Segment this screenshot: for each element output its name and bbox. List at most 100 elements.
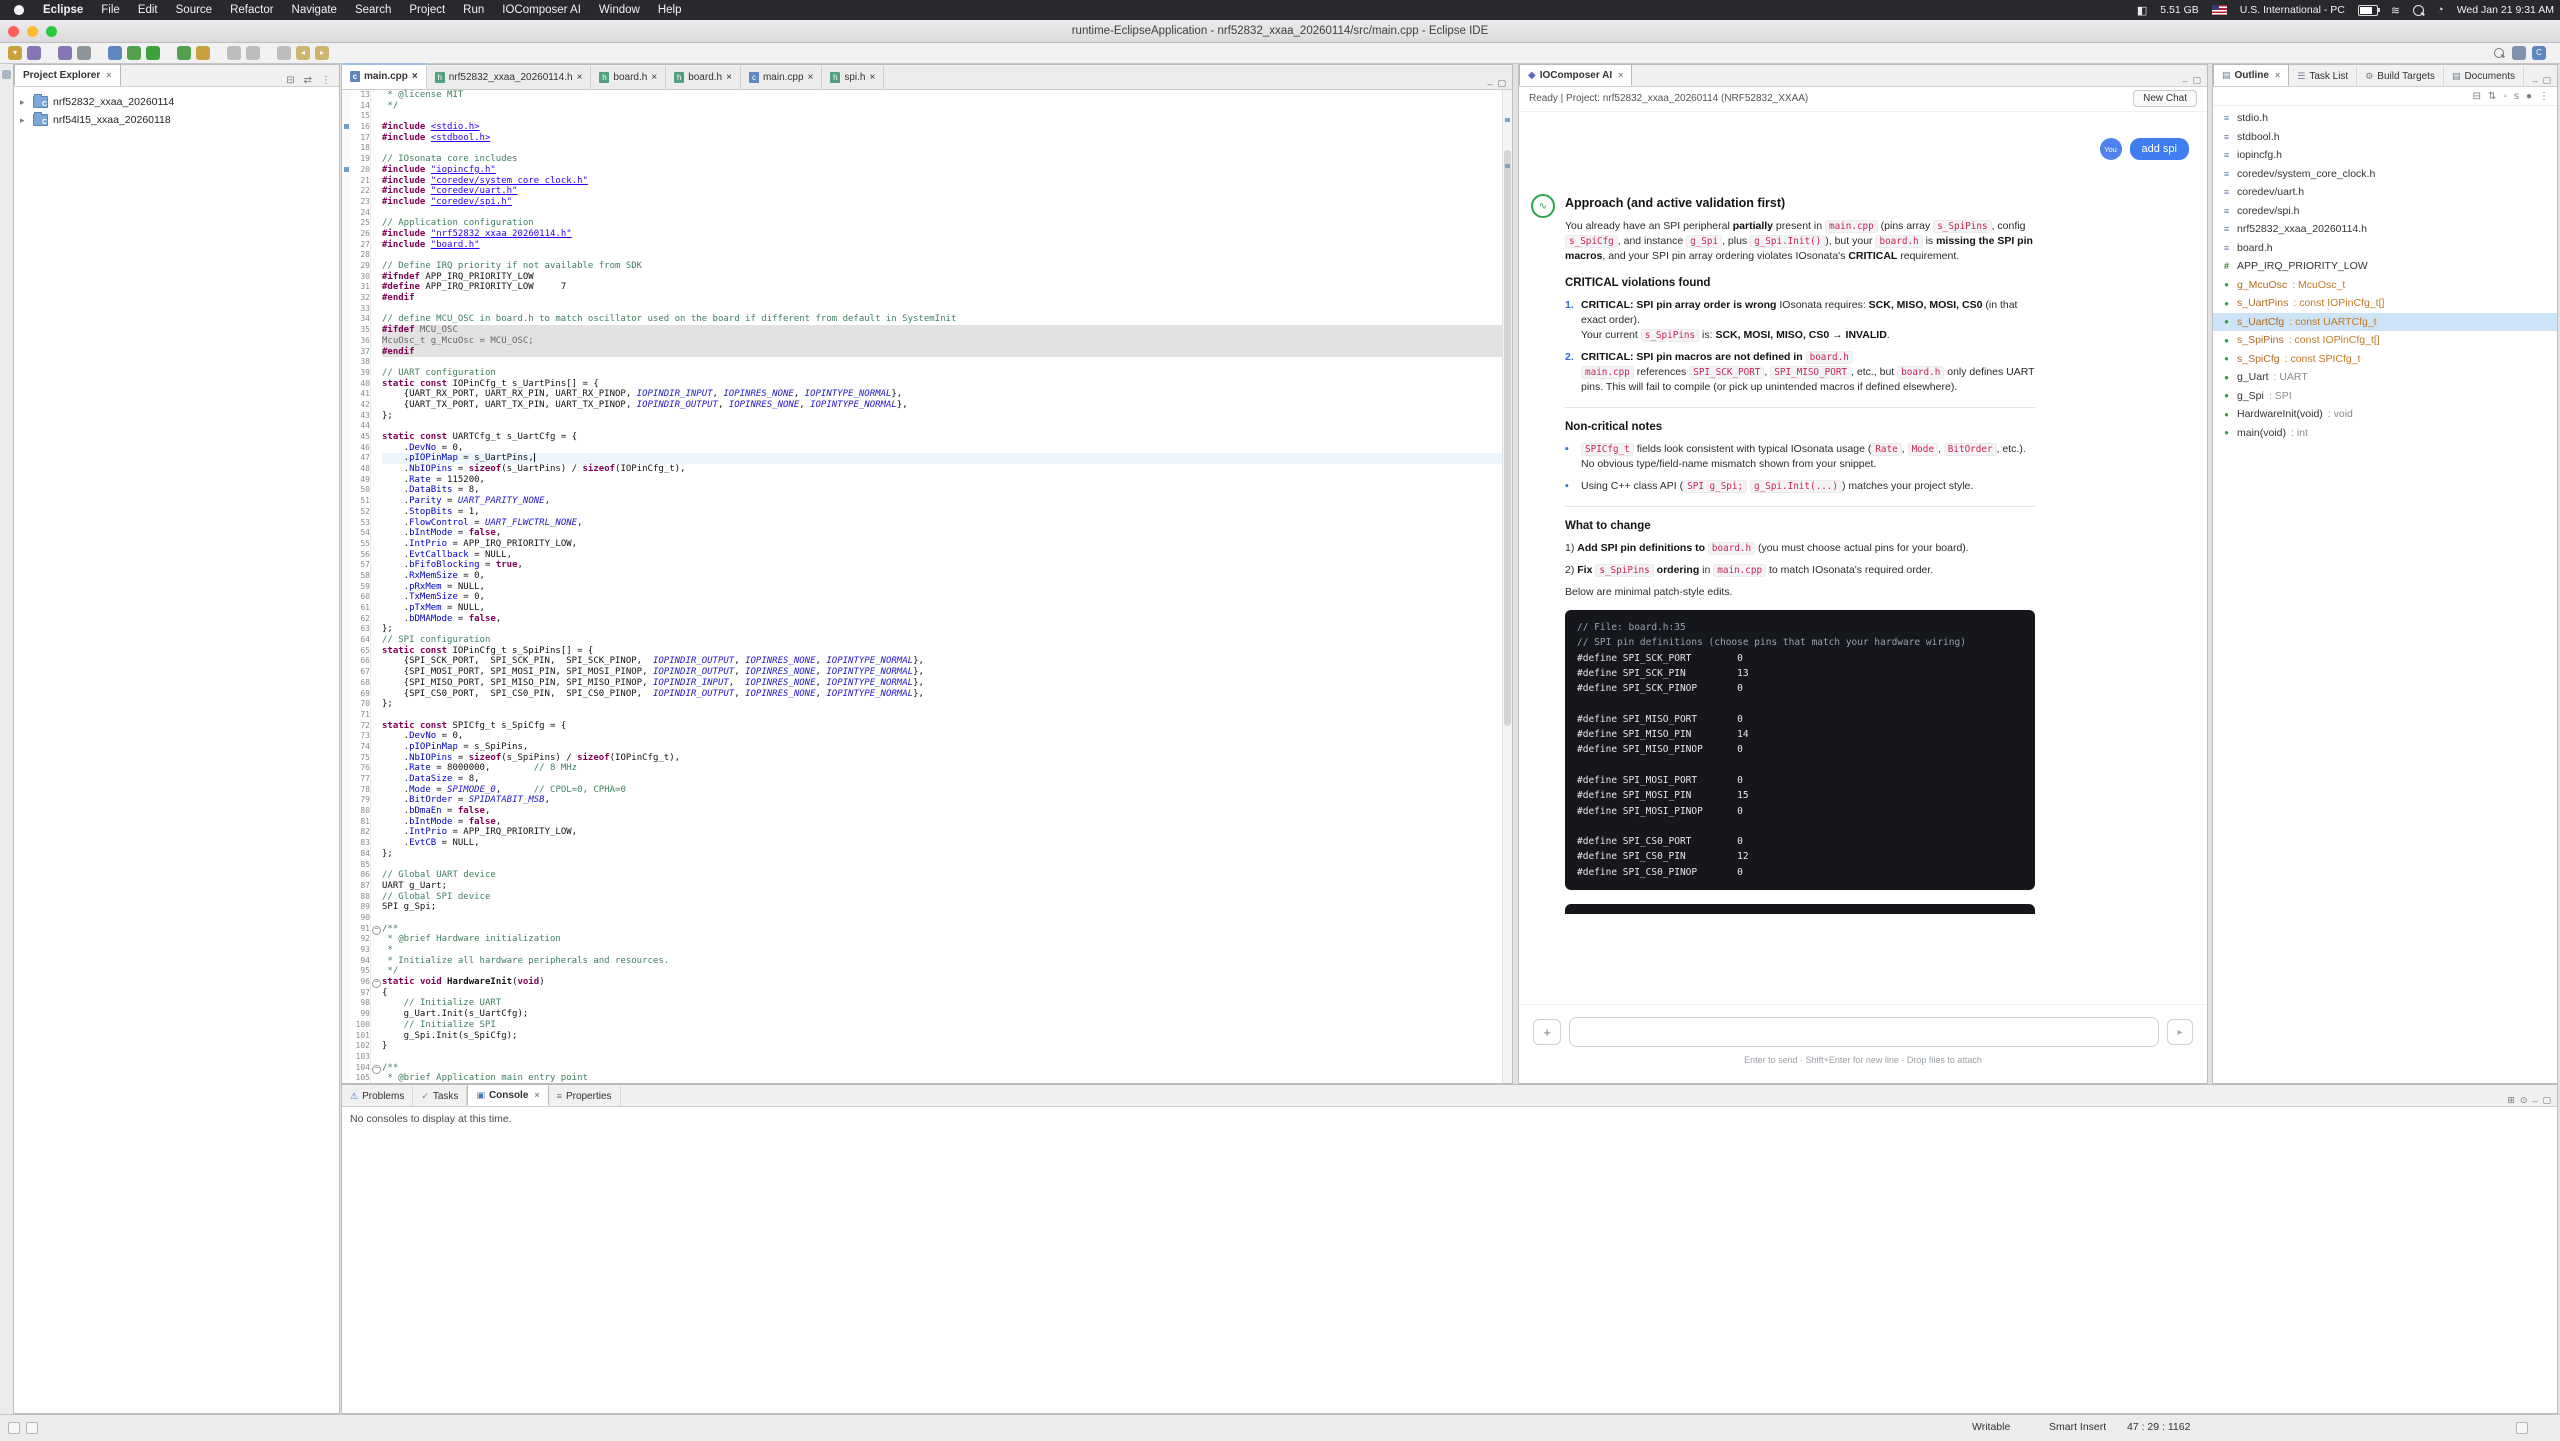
status-icon-2[interactable] <box>26 1422 38 1434</box>
outline-item-board-h[interactable]: ≡ board.h <box>2213 239 2557 258</box>
project-nrf52832-xxaa-20260114[interactable]: ▸ nrf52832_xxaa_20260114 <box>14 93 339 111</box>
debug-icon[interactable] <box>127 46 141 60</box>
outline-item-g-uart[interactable]: ● g_Uart : UART <box>2213 368 2557 387</box>
menu-iocomposer-ai[interactable]: IOComposer AI <box>493 4 590 16</box>
new-wizard-icon[interactable]: ▾ <box>8 46 22 60</box>
chat-message-input[interactable] <box>1569 1017 2159 1047</box>
tab-task-list[interactable]: ☰ Task List <box>2289 66 2358 86</box>
menu-search[interactable]: Search <box>346 4 400 16</box>
close-icon[interactable]: × <box>106 70 111 80</box>
tab-project-explorer[interactable]: Project Explorer × <box>14 64 121 86</box>
menu-clock[interactable]: Wed Jan 21 9:31 AM <box>2457 4 2554 16</box>
editor-tab-spi-h[interactable]: h spi.h × <box>822 66 885 89</box>
close-icon[interactable]: × <box>577 72 583 83</box>
new-chat-button[interactable]: New Chat <box>2133 90 2197 107</box>
minimize-icon[interactable]: – <box>2532 76 2537 86</box>
outline-item-main-void[interactable]: ● main(void) : int <box>2213 424 2557 443</box>
restore-view-icon[interactable] <box>2 70 11 79</box>
menu-file[interactable]: File <box>92 4 129 16</box>
editor-tab-board-h[interactable]: h board.h × <box>666 66 741 89</box>
outline-item-s-uartcfg[interactable]: ● s_UartCfg : const UARTCfg_t <box>2213 312 2557 331</box>
collapse-all-icon[interactable]: ⊟ <box>2473 91 2481 102</box>
annotation-next-icon[interactable] <box>246 46 260 60</box>
menu-eclipse[interactable]: Eclipse <box>34 4 92 16</box>
battery-icon[interactable] <box>2357 4 2380 16</box>
display-icon[interactable]: ◧ <box>2137 4 2147 17</box>
pin-console-icon[interactable]: ⊙ <box>2520 1095 2528 1106</box>
expand-arrow-icon[interactable]: ▸ <box>20 115 28 126</box>
view-menu-icon[interactable]: ⋮ <box>319 75 333 86</box>
maximize-icon[interactable]: ▢ <box>2542 1095 2551 1106</box>
close-icon[interactable]: × <box>534 1090 539 1100</box>
external-tools-icon[interactable] <box>177 46 191 60</box>
tab-properties[interactable]: ≡ Properties <box>549 1086 621 1106</box>
outline-item-coredev-uart-h[interactable]: ≡ coredev/uart.h <box>2213 183 2557 202</box>
back-icon[interactable]: ◂ <box>296 46 310 60</box>
code-text[interactable]: * @license MIT */ #include <stdio.h> #inc… <box>382 90 1503 1083</box>
minimize-icon[interactable]: – <box>2182 76 2187 86</box>
menu-refactor[interactable]: Refactor <box>221 4 282 16</box>
menu-project[interactable]: Project <box>400 4 454 16</box>
outline-item-g-mcuosc[interactable]: ● g_McuOsc : McuOsc_t <box>2213 276 2557 295</box>
maximize-icon[interactable]: ▢ <box>2192 75 2201 86</box>
outline-item-iopincfg-h[interactable]: ≡ iopincfg.h <box>2213 146 2557 165</box>
annotation-marker[interactable] <box>344 124 349 130</box>
new-c-file-icon[interactable] <box>108 46 122 60</box>
close-icon[interactable]: × <box>651 72 657 83</box>
tab-iocomposer-ai[interactable]: ◆ IOComposer AI × <box>1519 64 1633 86</box>
hide-non-public-icon[interactable]: ● <box>2526 91 2532 102</box>
memory-usage[interactable]: 5.51 GB <box>2160 4 2199 16</box>
fold-collapse-icon[interactable]: − <box>372 925 381 935</box>
notifications-icon[interactable] <box>2516 1422 2528 1434</box>
fold-collapse-icon[interactable]: − <box>372 979 381 989</box>
close-icon[interactable]: × <box>412 71 418 82</box>
editor-tab-nrf52832-xxaa-20260114-h[interactable]: h nrf52832_xxaa_20260114.h × <box>427 66 592 89</box>
code-block-board-h[interactable]: // File: board.h:35 // SPI pin definitio… <box>1565 610 2035 891</box>
collapse-all-icon[interactable]: ⊟ <box>284 75 296 86</box>
editor-tab-board-h[interactable]: h board.h × <box>591 66 667 89</box>
overview-mark[interactable] <box>1505 117 1510 122</box>
project-nrf54l15-xxaa-20260118[interactable]: ▸ nrf54l15_xxaa_20260118 <box>14 111 339 129</box>
close-icon[interactable]: × <box>2275 70 2280 80</box>
minimize-icon[interactable]: – <box>2532 1096 2537 1106</box>
outline-item-g-spi[interactable]: ● g_Spi : SPI <box>2213 387 2557 406</box>
close-icon[interactable]: × <box>1618 70 1623 80</box>
link-with-editor-icon[interactable]: ⇄ <box>302 75 314 86</box>
outline-item-coredev-spi-h[interactable]: ≡ coredev/spi.h <box>2213 202 2557 221</box>
spotlight-icon[interactable] <box>2413 4 2425 16</box>
menu-run[interactable]: Run <box>454 4 493 16</box>
outline-item-stdio-h[interactable]: ≡ stdio.h <box>2213 109 2557 128</box>
close-icon[interactable]: × <box>870 72 876 83</box>
maximize-icon[interactable]: ▢ <box>1497 78 1506 89</box>
overview-mark[interactable] <box>1505 164 1510 169</box>
keyboard-layout-flag-icon[interactable] <box>2211 5 2227 15</box>
annotation-marker[interactable] <box>344 166 349 172</box>
outline-item-s-spicfg[interactable]: ● s_SpiCfg : const SPICfg_t <box>2213 350 2557 369</box>
editor-scrollbar[interactable] <box>1502 90 1512 1083</box>
save-icon[interactable] <box>27 46 41 60</box>
tab-build-targets[interactable]: ⚙ Build Targets <box>2357 66 2444 86</box>
editor-tab-main-cpp[interactable]: c main.cpp × <box>741 66 823 89</box>
tab-console[interactable]: ▣ Console × <box>467 1084 549 1106</box>
outline-item-coredev-system-core-clock-h[interactable]: ≡ coredev/system_core_clock.h <box>2213 165 2557 184</box>
status-icon-1[interactable] <box>8 1422 20 1434</box>
send-button[interactable]: ▸ <box>2167 1019 2193 1045</box>
outline-item-s-spipins[interactable]: ● s_SpiPins : const IOPinCfg_t[] <box>2213 331 2557 350</box>
hide-static-icon[interactable]: s <box>2514 91 2519 102</box>
build-all-icon[interactable] <box>77 46 91 60</box>
wifi-icon[interactable]: ≋ <box>2391 4 2400 17</box>
tab-documents[interactable]: ▤ Documents <box>2444 66 2525 86</box>
scrollbar-thumb[interactable] <box>1504 149 1511 726</box>
fold-collapse-icon[interactable]: − <box>372 1064 381 1074</box>
toggle-occurrences-icon[interactable] <box>227 46 241 60</box>
expand-arrow-icon[interactable]: ▸ <box>20 97 28 108</box>
outline-item-s-uartpins[interactable]: ● s_UartPins : const IOPinCfg_t[] <box>2213 294 2557 313</box>
hide-fields-icon[interactable]: ◦ <box>2503 91 2507 102</box>
tab-problems[interactable]: ⚠ Problems <box>342 1086 414 1106</box>
menu-source[interactable]: Source <box>167 4 221 16</box>
forward-icon[interactable]: ▸ <box>315 46 329 60</box>
maximize-icon[interactable]: ▢ <box>2542 75 2551 86</box>
code-editor[interactable]: 13 14 15 16 17 18 19 20 21 22 23 24 25 26 27 28 29 30 31 32… <box>342 90 1512 1083</box>
menu-navigate[interactable]: Navigate <box>283 4 346 16</box>
close-icon[interactable]: × <box>808 72 814 83</box>
